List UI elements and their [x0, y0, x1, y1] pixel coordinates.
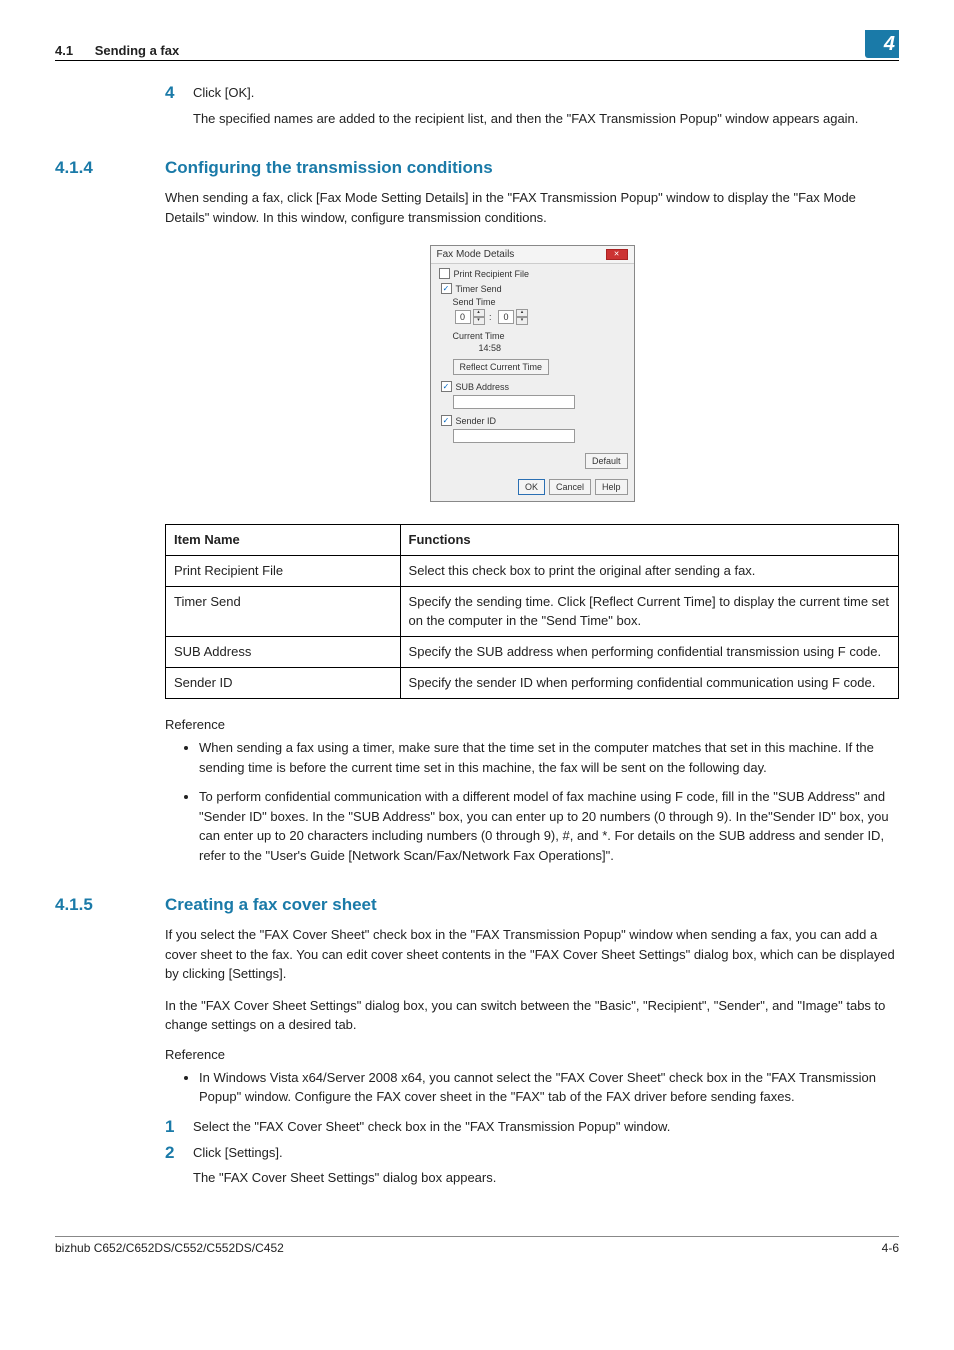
chapter-badge: 4 — [865, 30, 899, 58]
heading-415: 4.1.5 Creating a fax cover sheet — [55, 895, 899, 915]
label-current-time: Current Time — [453, 331, 628, 341]
p-415-2: In the "FAX Cover Sheet Settings" dialog… — [165, 996, 899, 1035]
checkbox-sub-address[interactable] — [441, 381, 452, 392]
step-subtext: The "FAX Cover Sheet Settings" dialog bo… — [193, 1168, 899, 1188]
step-number: 2 — [165, 1143, 193, 1188]
p-415-1: If you select the "FAX Cover Sheet" chec… — [165, 925, 899, 984]
hour-up-icon[interactable]: ▴ — [473, 309, 485, 317]
ok-button[interactable]: OK — [518, 479, 545, 495]
table-row: Timer Send Specify the sending time. Cli… — [166, 587, 899, 636]
properties-table: Item Name Functions Print Recipient File… — [165, 524, 899, 699]
step-1: 1 Select the "FAX Cover Sheet" check box… — [165, 1117, 899, 1137]
dialog-title: Fax Mode Details — [437, 249, 515, 260]
heading-title: Creating a fax cover sheet — [165, 895, 377, 915]
send-time-hour[interactable]: 0 — [455, 310, 471, 324]
step-text: Click [Settings]. — [193, 1143, 899, 1163]
th-func: Functions — [400, 525, 898, 556]
intro-414: When sending a fax, click [Fax Mode Sett… — [165, 188, 899, 227]
checkbox-timer-send[interactable] — [441, 283, 452, 294]
reflect-current-time-button[interactable]: Reflect Current Time — [453, 359, 550, 375]
hour-down-icon[interactable]: ▾ — [473, 317, 485, 325]
input-sub-address[interactable] — [453, 395, 575, 409]
table-row: Print Recipient File Select this check b… — [166, 556, 899, 587]
heading-number: 4.1.4 — [55, 158, 165, 178]
footer-right: 4-6 — [882, 1241, 899, 1255]
heading-number: 4.1.5 — [55, 895, 165, 915]
dialog-screenshot: Fax Mode Details ✕ Print Recipient File … — [165, 245, 899, 502]
step-number: 4 — [165, 83, 193, 128]
label-print-recipient: Print Recipient File — [454, 269, 530, 279]
send-time-min[interactable]: 0 — [498, 310, 514, 324]
step-text: Select the "FAX Cover Sheet" check box i… — [193, 1117, 899, 1137]
list-item: When sending a fax using a timer, make s… — [199, 738, 899, 777]
table-row: Sender ID Specify the sender ID when per… — [166, 667, 899, 698]
checkbox-print-recipient[interactable] — [439, 268, 450, 279]
step-number: 1 — [165, 1117, 193, 1137]
close-icon[interactable]: ✕ — [606, 249, 628, 260]
label-send-time: Send Time — [453, 297, 628, 307]
step-4: 4 Click [OK]. The specified names are ad… — [165, 83, 899, 128]
heading-title: Configuring the transmission conditions — [165, 158, 493, 178]
label-sub-address: SUB Address — [456, 382, 510, 392]
default-button[interactable]: Default — [585, 453, 628, 469]
reference-label-414: Reference — [165, 717, 899, 732]
min-up-icon[interactable]: ▴ — [516, 309, 528, 317]
runhead-section-number: 4.1 — [55, 43, 73, 58]
value-current-time: 14:58 — [479, 343, 628, 353]
label-timer-send: Timer Send — [456, 284, 502, 294]
help-button[interactable]: Help — [595, 479, 628, 495]
page-footer: bizhub C652/C652DS/C552/C552DS/C452 4-6 — [55, 1236, 899, 1255]
input-sender-id[interactable] — [453, 429, 575, 443]
list-item: In Windows Vista x64/Server 2008 x64, yo… — [199, 1068, 899, 1107]
running-header: 4.1 Sending a fax 4 — [55, 30, 899, 61]
reference-label-415: Reference — [165, 1047, 899, 1062]
label-sender-id: Sender ID — [456, 416, 497, 426]
reference-list-414: When sending a fax using a timer, make s… — [165, 738, 899, 865]
cancel-button[interactable]: Cancel — [549, 479, 591, 495]
step-2: 2 Click [Settings]. The "FAX Cover Sheet… — [165, 1143, 899, 1188]
th-item: Item Name — [166, 525, 401, 556]
table-row: SUB Address Specify the SUB address when… — [166, 636, 899, 667]
footer-left: bizhub C652/C652DS/C552/C552DS/C452 — [55, 1241, 284, 1255]
runhead-section-title: Sending a fax — [95, 43, 180, 58]
min-down-icon[interactable]: ▾ — [516, 317, 528, 325]
step-subtext: The specified names are added to the rec… — [193, 109, 899, 129]
reference-list-415: In Windows Vista x64/Server 2008 x64, yo… — [165, 1068, 899, 1107]
heading-414: 4.1.4 Configuring the transmission condi… — [55, 158, 899, 178]
list-item: To perform confidential communication wi… — [199, 787, 899, 865]
step-text: Click [OK]. — [193, 83, 899, 103]
checkbox-sender-id[interactable] — [441, 415, 452, 426]
